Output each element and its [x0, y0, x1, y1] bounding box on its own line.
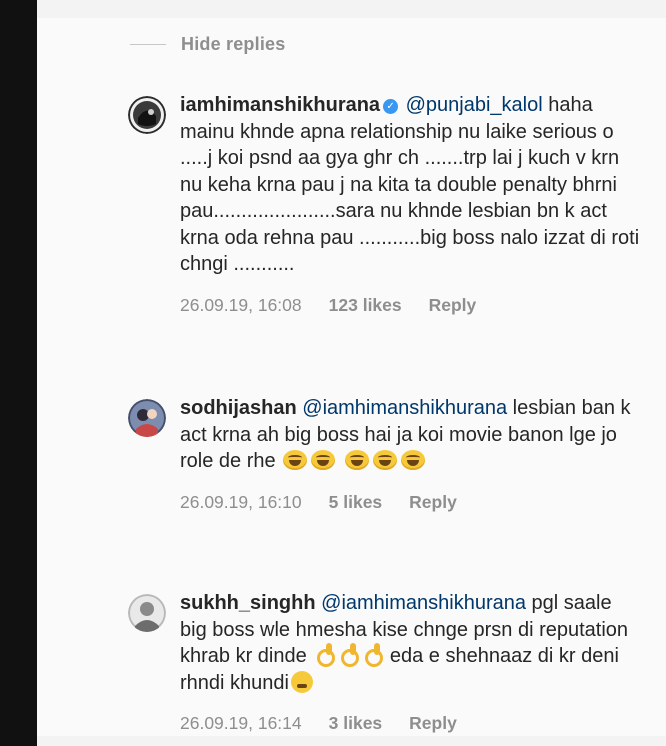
- face-with-tears-of-joy-icon: [400, 450, 425, 470]
- comment-mention[interactable]: @iamhimanshikhurana: [302, 397, 507, 419]
- avatar-photo-icon: [128, 594, 166, 632]
- reply-button[interactable]: Reply: [429, 292, 477, 319]
- comment-date: 26.09.19, 16:14: [180, 713, 302, 733]
- face-with-tears-of-joy-icon: [283, 450, 308, 470]
- verified-badge-icon: ✓: [383, 99, 399, 114]
- face-with-tears-of-joy-icon: [311, 450, 336, 470]
- ok-hand-icon: [362, 643, 384, 667]
- hide-replies-button[interactable]: Hide replies: [130, 32, 285, 56]
- face-with-tears-of-joy-icon: [344, 450, 369, 470]
- comment-likes[interactable]: 123 likes: [329, 292, 402, 319]
- reply-button[interactable]: Reply: [409, 489, 457, 516]
- hide-replies-line: [130, 43, 166, 45]
- comment-meta: 26.09.19, 16:10 5 likes Reply: [180, 489, 640, 516]
- comment-date: 26.09.19, 16:08: [180, 294, 302, 315]
- comment-username[interactable]: iamhimanshikhurana: [180, 94, 380, 116]
- hide-replies-label: Hide replies: [181, 33, 286, 54]
- comment-body: iamhimanshikhurana ✓ @punjabi_kalol haha …: [180, 92, 640, 318]
- comment-meta: 26.09.19, 16:08 123 likes Reply: [180, 292, 640, 319]
- avatar[interactable]: [128, 594, 166, 632]
- comment-username[interactable]: sukhh_singhh: [180, 592, 316, 614]
- avatar[interactable]: [128, 399, 166, 437]
- comment-mention[interactable]: @iamhimanshikhurana: [321, 592, 526, 614]
- ok-hand-icon: [338, 643, 360, 667]
- ok-hand-icon: [314, 643, 336, 667]
- comment-meta: 26.09.19, 16:14 3 likes Reply: [180, 710, 640, 737]
- reply-button[interactable]: Reply: [409, 710, 457, 737]
- comment-text: haha mainu khnde apna relationship nu la…: [180, 94, 640, 275]
- comment-mention[interactable]: @punjabi_kalol: [406, 94, 543, 116]
- comment-likes[interactable]: 3 likes: [329, 710, 383, 737]
- face-with-tears-of-joy-icon: [372, 450, 397, 470]
- avatar-photo-icon: [128, 96, 166, 134]
- comment-likes[interactable]: 5 likes: [329, 489, 383, 516]
- avatar[interactable]: [128, 96, 166, 134]
- avatar-photo-icon: [128, 399, 166, 437]
- comment-body: sukhh_singhh @iamhimanshikhurana pgl saa…: [180, 590, 640, 737]
- grimacing-face-icon: [290, 670, 313, 693]
- comment-date: 26.09.19, 16:10: [180, 491, 302, 512]
- left-edge-bar: [0, 0, 37, 746]
- comment-body: sodhijashan @iamhimanshikhurana lesbian …: [180, 395, 640, 515]
- comment-username[interactable]: sodhijashan: [180, 397, 297, 419]
